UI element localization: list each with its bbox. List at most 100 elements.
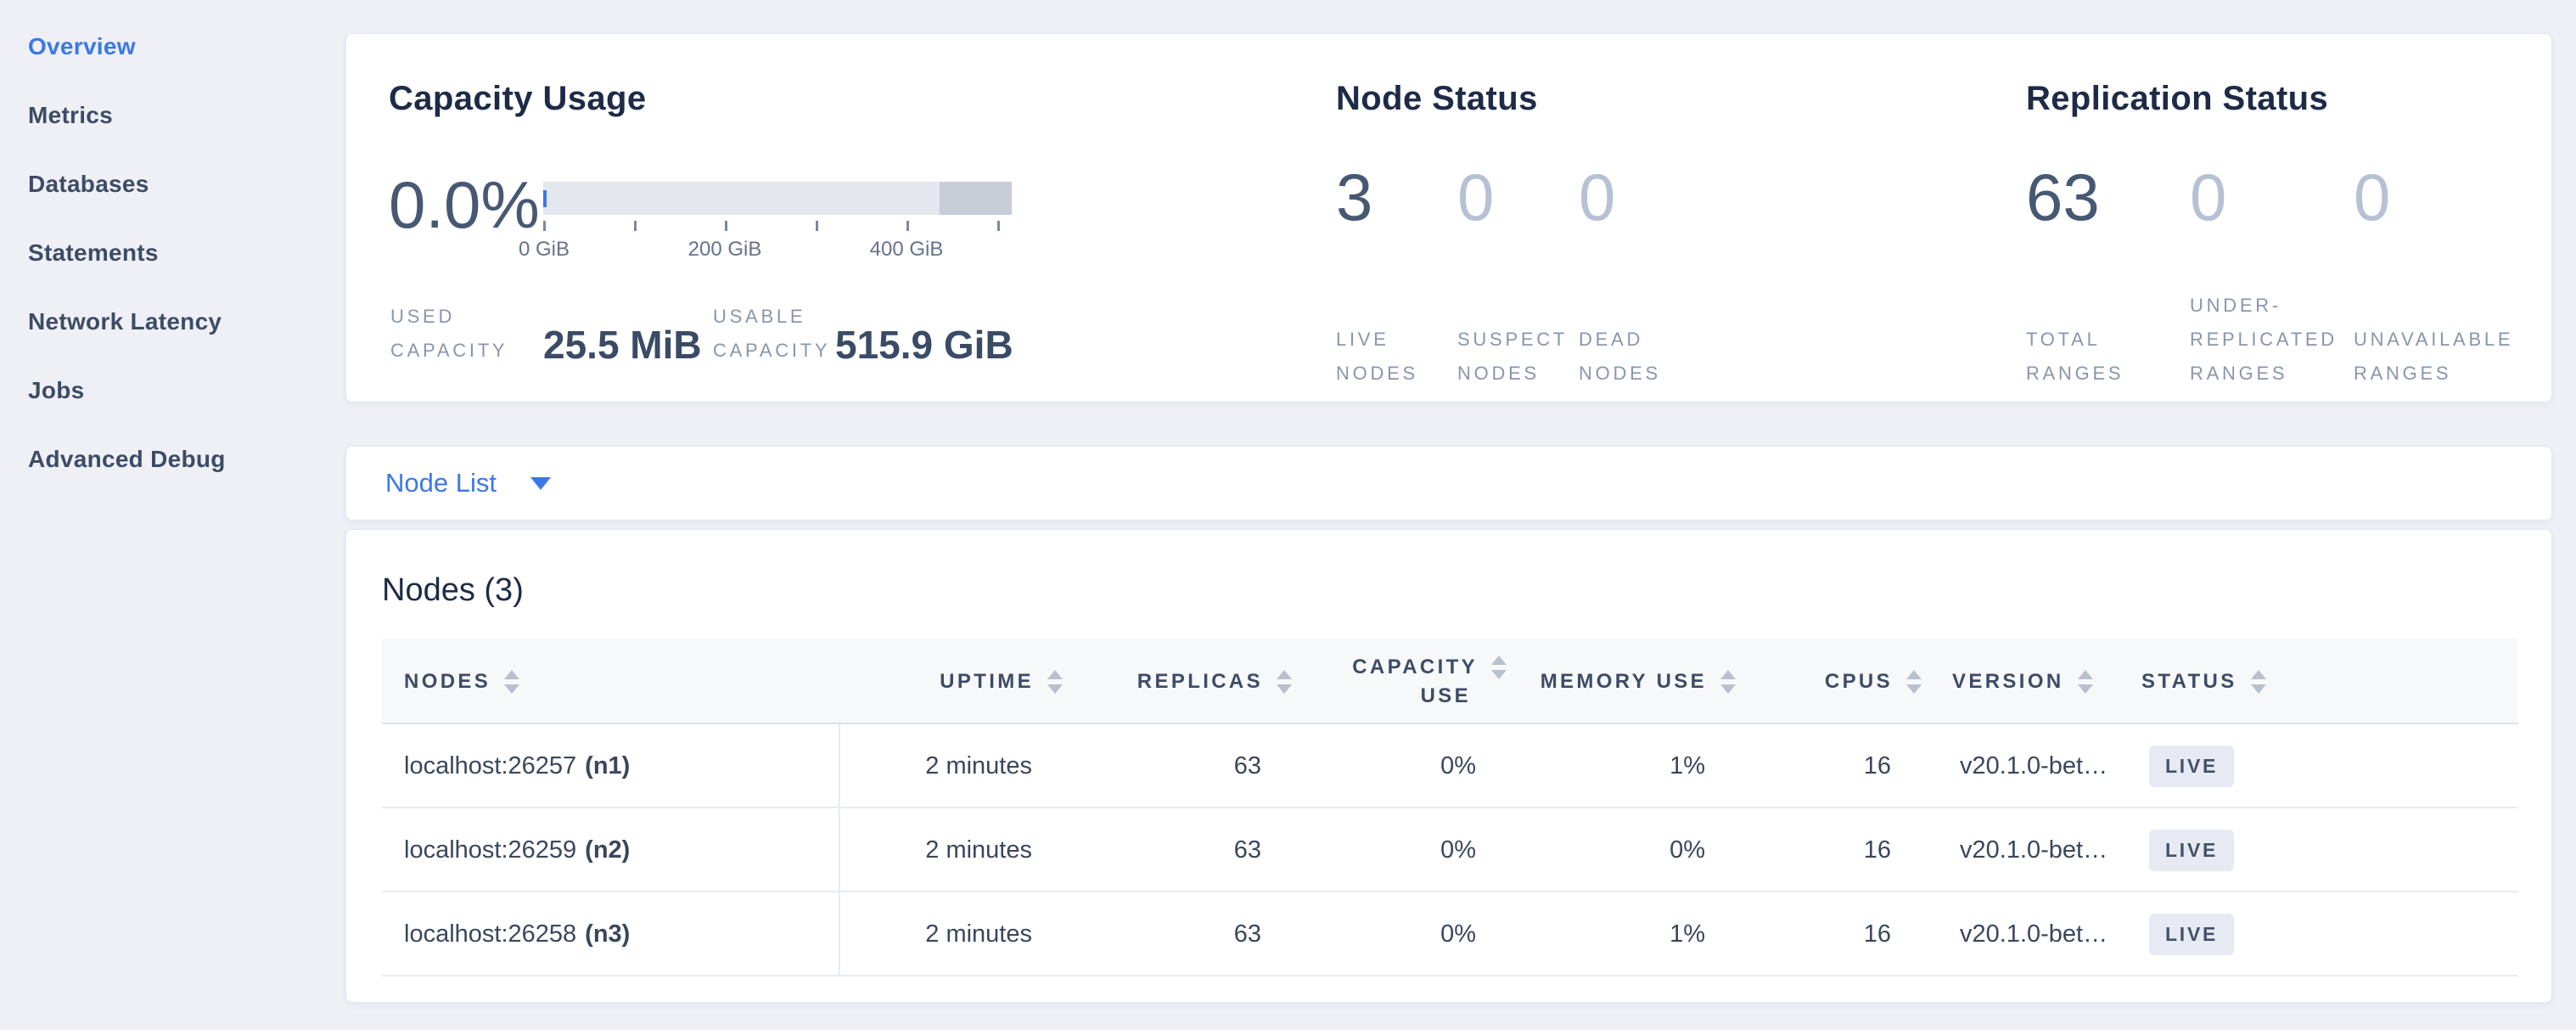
sidebar: Overview Metrics Databases Statements Ne… xyxy=(28,12,334,493)
suspect-nodes-label: SUSPECT NODES xyxy=(1457,323,1576,391)
column-label-capacity: CAPACITY xyxy=(1352,653,1478,682)
column-label-replicas: REPLICAS xyxy=(1137,670,1263,694)
nodes-table-header: NODES UPTIME REPLICAS CAPACITY USE xyxy=(382,639,2518,724)
unavailable-ranges-label: UNAVAILABLE RANGES xyxy=(2354,323,2523,391)
node-status-title: Node Status xyxy=(1336,80,1538,118)
status-cell: LIVE xyxy=(2149,892,2234,977)
cpus-cell: 16 xyxy=(1864,808,1891,892)
unavailable-ranges-count: 0 xyxy=(2354,161,2523,233)
sidebar-item-metrics[interactable]: Metrics xyxy=(28,81,334,149)
cpus-cell: 16 xyxy=(1864,892,1891,977)
total-ranges-label: TOTAL RANGES xyxy=(2026,323,2184,391)
column-header-uptime[interactable]: UPTIME xyxy=(940,639,1063,724)
dead-nodes-label: DEAD NODES xyxy=(1579,323,1698,391)
live-nodes-metric: 3 LIVE NODES xyxy=(1336,161,1455,391)
status-badge: LIVE xyxy=(2149,914,2234,955)
under-replicated-label: UNDER- REPLICATED RANGES xyxy=(2190,289,2348,391)
memory-use-cell: 1% xyxy=(1670,724,1705,808)
node-address-cell[interactable]: localhost:26259 (n2) xyxy=(404,808,630,892)
nodes-panel: Nodes (3) NODES UPTIME REPLICAS CAPACITY xyxy=(345,529,2552,1003)
node-id: (n2) xyxy=(585,836,630,864)
column-header-memory-use[interactable]: MEMORY USE xyxy=(1541,639,1736,724)
node-address: localhost:26259 xyxy=(404,836,576,864)
node-address: localhost:26258 xyxy=(404,920,576,948)
column-header-version[interactable]: VERSION xyxy=(1952,639,2093,724)
column-header-replicas[interactable]: REPLICAS xyxy=(1137,639,1292,724)
suspect-nodes-count: 0 xyxy=(1457,161,1576,233)
replication-status-title: Replication Status xyxy=(2026,80,2328,118)
column-label-nodes: NODES xyxy=(404,670,491,694)
capacity-use-cell: 0% xyxy=(1440,808,1476,892)
capacity-use-cell: 0% xyxy=(1440,892,1476,977)
view-selector-panel: Node List xyxy=(345,446,2552,521)
status-cell: LIVE xyxy=(2149,808,2234,892)
usable-capacity-value: 515.9 GiB xyxy=(835,322,1013,368)
capacity-usage-title: Capacity Usage xyxy=(389,80,647,118)
table-row-node-n1[interactable]: localhost:26257 (n1) 2 minutes 63 0% 1% … xyxy=(382,724,2518,808)
node-address-cell[interactable]: localhost:26258 (n3) xyxy=(404,892,630,977)
cluster-summary-panel: Capacity Usage 0.0% 0 GiB 200 GiB 400 Gi… xyxy=(345,33,2552,402)
live-nodes-count: 3 xyxy=(1336,161,1455,233)
used-capacity-label: USED CAPACITY xyxy=(390,300,508,368)
replicas-cell: 63 xyxy=(1234,724,1261,808)
sidebar-item-network-latency[interactable]: Network Latency xyxy=(28,287,334,356)
replicas-cell: 63 xyxy=(1234,808,1261,892)
uptime-cell: 2 minutes xyxy=(925,724,1032,808)
column-header-nodes[interactable]: NODES xyxy=(404,639,519,724)
column-header-status[interactable]: STATUS xyxy=(2141,639,2266,724)
live-nodes-label: LIVE NODES xyxy=(1336,323,1455,391)
node-address-cell[interactable]: localhost:26257 (n1) xyxy=(404,724,630,808)
capacity-usage-gauge: 0 GiB 200 GiB 400 GiB xyxy=(543,182,1012,215)
status-badge: LIVE xyxy=(2149,830,2234,871)
used-capacity-value: 25.5 MiB xyxy=(543,322,702,368)
under-replicated-metric: 0 UNDER- REPLICATED RANGES xyxy=(2190,161,2348,391)
sort-icon xyxy=(1277,670,1292,694)
cpus-cell: 16 xyxy=(1864,724,1891,808)
sort-icon xyxy=(2078,670,2093,694)
chevron-down-icon xyxy=(530,477,551,490)
total-ranges-count: 63 xyxy=(2026,161,2184,233)
column-header-capacity-use[interactable]: CAPACITY USE xyxy=(1352,639,1507,724)
column-label-uptime: UPTIME xyxy=(940,670,1034,694)
nodes-heading: Nodes (3) xyxy=(382,572,524,609)
status-badge: LIVE xyxy=(2149,746,2234,787)
column-label-use: USE xyxy=(1421,682,1471,711)
nodes-column-divider xyxy=(839,724,840,977)
replicas-cell: 63 xyxy=(1234,892,1261,977)
axis-label-0gib: 0 GiB xyxy=(519,238,570,262)
sidebar-item-databases[interactable]: Databases xyxy=(28,149,334,218)
memory-use-cell: 1% xyxy=(1670,892,1705,977)
capacity-bar-used-marker xyxy=(543,190,547,207)
node-id: (n3) xyxy=(585,920,630,948)
under-replicated-count: 0 xyxy=(2190,161,2348,233)
node-address: localhost:26257 xyxy=(404,752,576,780)
axis-label-200gib: 200 GiB xyxy=(688,238,762,262)
suspect-nodes-metric: 0 SUSPECT NODES xyxy=(1457,161,1576,391)
sidebar-item-jobs[interactable]: Jobs xyxy=(28,356,334,425)
table-row-node-n3[interactable]: localhost:26258 (n3) 2 minutes 63 0% 1% … xyxy=(382,892,2518,977)
sort-icon xyxy=(504,670,519,694)
capacity-use-cell: 0% xyxy=(1440,724,1476,808)
version-cell: v20.1.0-bet… xyxy=(1960,724,2107,808)
sidebar-item-overview[interactable]: Overview xyxy=(28,12,334,81)
unavailable-ranges-metric: 0 UNAVAILABLE RANGES xyxy=(2354,161,2523,391)
node-list-dropdown[interactable]: Node List xyxy=(385,468,551,498)
usable-capacity-label: USABLE CAPACITY xyxy=(713,300,830,368)
sidebar-item-statements[interactable]: Statements xyxy=(28,218,334,287)
total-ranges-metric: 63 TOTAL RANGES xyxy=(2026,161,2184,391)
column-header-cpus[interactable]: CPUS xyxy=(1825,639,1922,724)
sidebar-item-advanced-debug[interactable]: Advanced Debug xyxy=(28,425,334,493)
dead-nodes-metric: 0 DEAD NODES xyxy=(1579,161,1698,391)
table-row-node-n2[interactable]: localhost:26259 (n2) 2 minutes 63 0% 0% … xyxy=(382,808,2518,892)
column-label-status: STATUS xyxy=(2141,670,2237,694)
column-label-cpus: CPUS xyxy=(1825,670,1893,694)
dead-nodes-count: 0 xyxy=(1579,161,1698,233)
node-id: (n1) xyxy=(585,752,630,780)
capacity-axis-ticks xyxy=(543,221,1012,231)
uptime-cell: 2 minutes xyxy=(925,892,1032,977)
memory-use-cell: 0% xyxy=(1670,808,1705,892)
version-cell: v20.1.0-bet… xyxy=(1960,808,2107,892)
capacity-bar-other-segment xyxy=(940,182,1012,215)
column-label-memory: MEMORY USE xyxy=(1541,670,1707,694)
capacity-used-percent: 0.0% xyxy=(389,166,540,244)
